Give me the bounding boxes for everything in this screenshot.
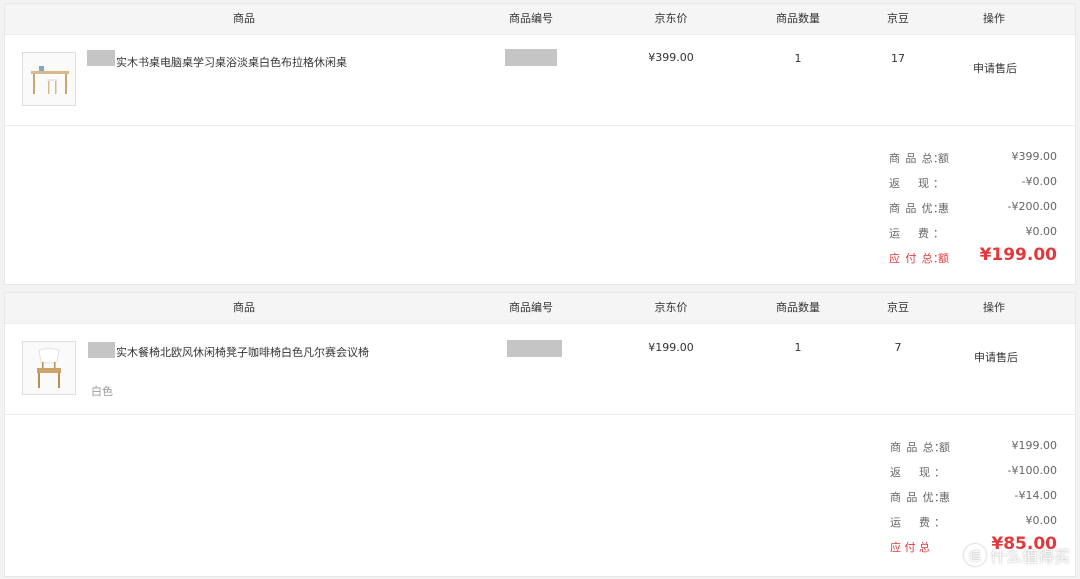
summary-shipping-label: 运 费 [889,227,929,240]
after-sales-button[interactable]: 申请售后 [973,60,1017,76]
summary-total-value: ¥399.00 [1011,150,1058,163]
divider [5,414,1075,415]
header-beans: 京豆 [887,12,909,25]
header-beans: 京豆 [887,301,909,314]
redacted-sku [505,49,557,66]
summary-shipping-label: 运 费 [890,516,930,529]
divider [5,125,1075,126]
after-sales-button[interactable]: 申请售后 [974,349,1018,365]
summary-discount-value: -¥200.00 [1007,200,1057,213]
product-name[interactable]: 实木书桌电脑桌学习桌浴淡桌白色布拉格休闲桌 [116,54,347,70]
summary-payable-label: 应付总 [890,541,930,554]
summary-discount-value: -¥14.00 [1014,489,1057,502]
product-beans: 7 [894,341,902,354]
product-price: ¥199.00 [648,341,694,354]
summary-shipping-value: ¥0.00 [1025,514,1058,527]
redacted-sku [507,340,562,357]
summary-shipping-value: ¥0.00 [1025,225,1058,238]
header-quantity: 商品数量 [776,301,820,314]
watermark: 值 什么值得买 [963,543,1070,567]
header-product: 商品 [233,301,255,314]
order-card-1: 商品 商品编号 京东价 商品数量 京豆 操作 实木书桌电脑桌学习桌浴淡桌白色布拉… [4,3,1076,285]
product-variant: 白色 [91,385,113,398]
header-operation: 操作 [983,301,1005,314]
product-price: ¥399.00 [648,51,694,64]
table-header: 商品 商品编号 京东价 商品数量 京豆 操作 [5,4,1075,35]
summary-cashback-value: -¥0.00 [1021,175,1057,188]
header-product: 商品 [233,12,255,25]
header-operation: 操作 [983,12,1005,25]
header-quantity: 商品数量 [776,12,820,25]
summary-cashback-label: 返 现 [890,466,930,479]
header-sku: 商品编号 [509,301,553,314]
watermark-logo-icon: 值 [963,544,986,566]
desk-icon[interactable] [22,52,76,106]
header-price: 京东价 [654,12,688,25]
summary-payable-value: ¥199.00 [979,245,1057,265]
watermark-text: 什么值得买 [989,547,1070,566]
summary-cashback-label: 返 现 [889,177,929,190]
redacted-brand [87,50,115,66]
header-sku: 商品编号 [509,12,553,25]
header-price: 京东价 [654,301,688,314]
summary-cashback-value: -¥100.00 [1007,464,1057,477]
summary-total-value: ¥199.00 [1011,439,1058,452]
chair-icon[interactable] [22,341,76,395]
product-quantity: 1 [794,52,802,65]
order-card-2: 商品 商品编号 京东价 商品数量 京豆 操作 实木餐椅北欧风休闲椅凳子咖啡椅白色… [4,292,1076,577]
product-quantity: 1 [794,341,802,354]
product-beans: 17 [891,52,905,65]
redacted-brand [88,342,115,358]
table-header: 商品 商品编号 京东价 商品数量 京豆 操作 [5,293,1075,324]
product-name[interactable]: 实木餐椅北欧风休闲椅凳子咖啡椅白色凡尔赛会议椅 [116,344,369,360]
